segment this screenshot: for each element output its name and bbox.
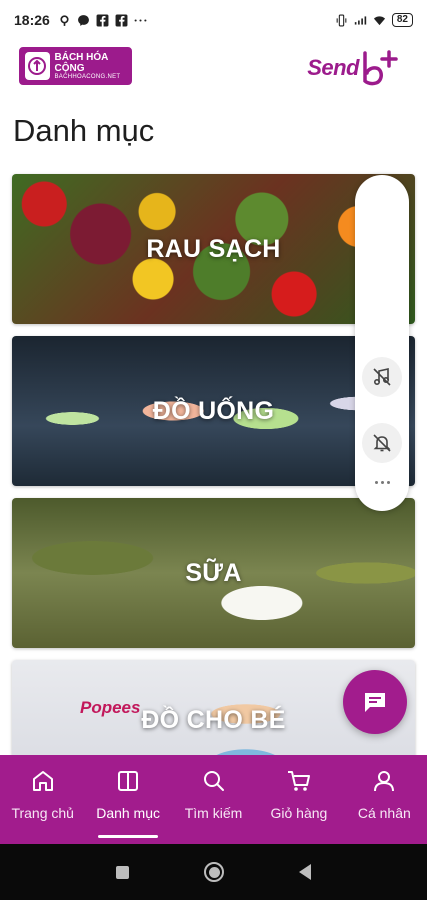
notifications-off-button[interactable] <box>362 423 402 463</box>
bell-off-icon <box>373 434 391 452</box>
popees-brand-logo: Popees <box>80 698 141 717</box>
status-time: 18:26 <box>14 12 50 28</box>
store-logo[interactable]: BÁCH HÓA CỘNG BACHHOACONG.NET <box>19 47 132 85</box>
nav-label-profile: Cá nhân <box>357 805 411 821</box>
music-off-icon <box>373 368 391 386</box>
system-navigation-bar <box>0 844 427 900</box>
notification-icons <box>58 14 147 27</box>
category-label: ĐỒ UỐNG <box>152 396 275 425</box>
category-label: SỮA <box>185 558 242 587</box>
bplus-logo-mark <box>363 50 398 86</box>
location-icon <box>60 14 69 26</box>
chat-button[interactable] <box>343 670 407 734</box>
sendbplus-logo-text: Send <box>307 55 359 80</box>
nav-item-profile[interactable]: Cá nhân <box>342 755 427 844</box>
user-icon <box>370 767 398 795</box>
category-icon <box>114 767 142 795</box>
nav-label-cart: Giỏ hàng <box>270 805 328 821</box>
nav-label-home: Trang chủ <box>11 805 74 821</box>
status-bar: 18:26 82 <box>0 0 427 40</box>
messenger-icon <box>77 14 89 26</box>
category-label: ĐỒ CHO BÉ <box>141 705 286 734</box>
store-logo-text: BÁCH HÓA CỘNG BACHHOACONG.NET <box>55 52 131 81</box>
chat-icon <box>365 693 385 712</box>
active-tab-indicator <box>98 835 159 838</box>
facebook-icon <box>115 14 128 26</box>
wifi-icon <box>373 15 385 25</box>
page-title: Danh mục <box>13 113 155 148</box>
nav-item-home[interactable]: Trang chủ <box>0 755 85 844</box>
store-icon <box>28 57 47 75</box>
category-label: RAU SẠCH <box>146 234 281 263</box>
cart-icon <box>285 767 313 795</box>
battery-icon: 82 <box>391 13 413 27</box>
vibrate-icon <box>336 14 347 26</box>
app-header: BÁCH HÓA CỘNG BACHHOACONG.NET Send <box>0 40 427 96</box>
signal-icon <box>354 15 367 25</box>
nav-item-category[interactable]: Danh mục <box>85 755 170 844</box>
floating-side-panel <box>355 175 409 511</box>
home-system-button[interactable] <box>204 862 224 882</box>
facebook-icon <box>96 14 109 26</box>
nav-item-search[interactable]: Tìm kiếm <box>171 755 256 844</box>
back-button[interactable] <box>299 864 311 880</box>
more-dots-icon <box>380 480 384 484</box>
bottom-navigation: Trang chủ Danh mục Tìm kiếm Giỏ hàng Cá … <box>0 755 427 844</box>
music-off-button[interactable] <box>362 357 402 397</box>
sendbplus-logo[interactable]: Send <box>307 48 399 88</box>
nav-label-category: Danh mục <box>96 805 161 821</box>
home-icon <box>29 767 57 795</box>
more-icon <box>134 18 147 22</box>
system-icons: 82 <box>335 13 413 27</box>
store-url: BACHHOACONG.NET <box>54 73 121 80</box>
nav-item-cart[interactable]: Giỏ hàng <box>256 755 341 844</box>
store-logo-mark <box>25 52 50 80</box>
more-dots-icon <box>386 480 390 484</box>
search-icon <box>200 767 228 795</box>
category-card-sua[interactable]: SỮA <box>12 498 415 648</box>
nav-label-search: Tìm kiếm <box>184 805 243 821</box>
home-system-icon <box>208 866 220 878</box>
store-name: BÁCH HÓA CỘNG <box>54 51 109 74</box>
recent-apps-button[interactable] <box>116 865 129 879</box>
more-dots-icon <box>374 480 378 484</box>
more-dots-button[interactable] <box>362 471 402 493</box>
